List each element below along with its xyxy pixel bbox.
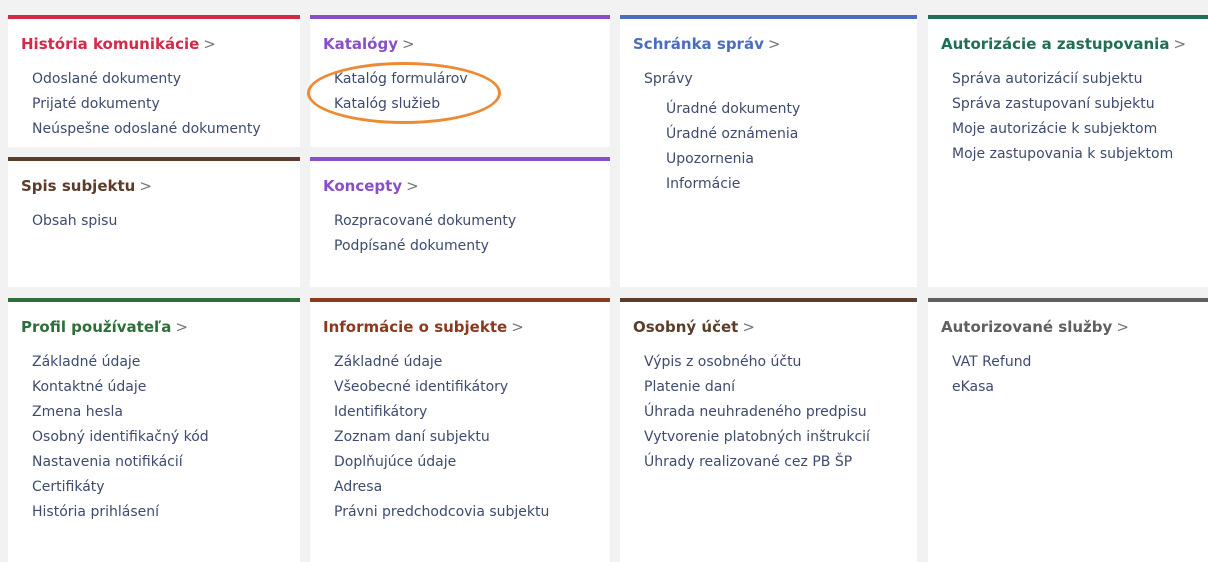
chevron-right-icon[interactable]: > [1173,35,1186,53]
chevron-right-icon[interactable]: > [742,318,755,336]
chevron-right-icon[interactable]: > [406,177,419,195]
chevron-right-icon[interactable]: > [175,318,188,336]
card-osobny-ucet: Osobný účet > Výpis z osobného účtu Plate… [620,298,917,562]
card-title-schranka[interactable]: Schránka správ > [633,35,780,53]
link-platobne-instrukcie[interactable]: Vytvorenie platobných inštrukcií [644,429,870,445]
link-zakladne-udaje-subjekt[interactable]: Základné údaje [334,354,442,370]
card-autorizovane-sluzby: Autorizované služby > VAT Refund eKasa [928,298,1208,562]
link-list-spis: Obsah spisu [32,209,117,234]
link-vat-refund[interactable]: VAT Refund [952,354,1031,370]
link-adresa[interactable]: Adresa [334,479,382,495]
chevron-right-icon[interactable]: > [768,35,781,53]
link-list-ucet: Výpis z osobného účtu Platenie daní Úhra… [644,350,870,475]
card-title-autorizacie[interactable]: Autorizácie a zastupovania > [941,35,1186,53]
link-uradne-oznamenia[interactable]: Úradné oznámenia [666,126,798,142]
chevron-right-icon[interactable]: > [203,35,216,53]
link-moje-zastupovania[interactable]: Moje zastupovania k subjektom [952,146,1173,162]
card-title-historia[interactable]: História komunikácie > [21,35,216,53]
card-historia-komunikacie: História komunikácie > Odoslané dokumenty… [8,15,300,147]
chevron-right-icon[interactable]: > [402,35,415,53]
link-uradne-dokumenty[interactable]: Úradné dokumenty [666,101,800,117]
link-identifikatory[interactable]: Identifikátory [334,404,427,420]
link-zakladne-udaje[interactable]: Základné údaje [32,354,140,370]
link-list-schranka: Správy Úradné dokumenty Úradné oznámenia… [644,67,800,197]
link-nastavenia-notifikacii[interactable]: Nastavenia notifikácií [32,454,183,470]
link-list-sluzby: VAT Refund eKasa [952,350,1031,400]
link-list-autorizacie: Správa autorizácií subjektu Správa zastu… [952,67,1173,167]
link-upozornenia[interactable]: Upozornenia [666,151,754,167]
link-katalog-formularov[interactable]: Katalóg formulárov [334,71,468,87]
card-title-katalogy[interactable]: Katalógy > [323,35,415,53]
card-autorizacie: Autorizácie a zastupovania > Správa autor… [928,15,1208,287]
link-list-koncepty: Rozpracované dokumenty Podpísané dokumen… [334,209,516,259]
chevron-right-icon[interactable]: > [511,318,524,336]
link-neuspesne-odoslane[interactable]: Neúspešne odoslané dokumenty [32,121,261,137]
card-koncepty: Koncepty > Rozpracované dokumenty Podpísa… [310,157,610,287]
link-sprava-zastupovani[interactable]: Správa zastupovaní subjektu [952,96,1155,112]
link-rozpracovane-dokumenty[interactable]: Rozpracované dokumenty [334,213,516,229]
link-list-profil: Základné údaje Kontaktné údaje Zmena hes… [32,350,209,525]
link-zmena-hesla[interactable]: Zmena hesla [32,404,123,420]
link-podpisane-dokumenty[interactable]: Podpísané dokumenty [334,238,489,254]
chevron-right-icon[interactable]: > [139,177,152,195]
link-sprava-autorizacii[interactable]: Správa autorizácií subjektu [952,71,1142,87]
chevron-right-icon[interactable]: > [1116,318,1129,336]
link-uhrady-pb-sp[interactable]: Úhrady realizované cez PB ŠP [644,454,852,470]
link-odoslane-dokumenty[interactable]: Odoslané dokumenty [32,71,181,87]
card-schranka-sprav: Schránka správ > Správy Úradné dokumenty … [620,15,917,287]
link-vypis-z-uctu[interactable]: Výpis z osobného účtu [644,354,801,370]
link-spravy[interactable]: Správy [644,71,693,87]
link-informacie[interactable]: Informácie [666,176,740,192]
link-certifikaty[interactable]: Certifikáty [32,479,105,495]
link-pravni-predchodcovia[interactable]: Právni predchodcovia subjektu [334,504,549,520]
link-kontaktne-udaje[interactable]: Kontaktné údaje [32,379,146,395]
card-title-koncepty[interactable]: Koncepty > [323,177,419,195]
card-title-sluzby[interactable]: Autorizované služby > [941,318,1129,336]
link-ekasa[interactable]: eKasa [952,379,994,395]
link-osobny-identifikacny-kod[interactable]: Osobný identifikačný kód [32,429,209,445]
link-prijate-dokumenty[interactable]: Prijaté dokumenty [32,96,160,112]
link-list-historia: Odoslané dokumenty Prijaté dokumenty Neú… [32,67,261,142]
link-list-informacie: Základné údaje Všeobecné identifikátory … [334,350,549,525]
card-title-profil[interactable]: Profil používateľa > [21,318,188,336]
card-title-ucet[interactable]: Osobný účet > [633,318,755,336]
link-list-katalogy: Katalóg formulárov Katalóg služieb [334,67,468,117]
link-uhrada-predpisu[interactable]: Úhrada neuhradeného predpisu [644,404,867,420]
link-zoznam-dani[interactable]: Zoznam daní subjektu [334,429,490,445]
link-obsah-spisu[interactable]: Obsah spisu [32,213,117,229]
link-moje-autorizacie[interactable]: Moje autorizácie k subjektom [952,121,1157,137]
card-title-informacie[interactable]: Informácie o subjekte > [323,318,524,336]
link-platenie-dani[interactable]: Platenie daní [644,379,735,395]
card-title-spis[interactable]: Spis subjektu > [21,177,152,195]
card-katalogy: Katalógy > Katalóg formulárov Katalóg slu… [310,15,610,147]
link-vseobecne-identifikatory[interactable]: Všeobecné identifikátory [334,379,508,395]
card-informacie-o-subjekte: Informácie o subjekte > Základné údaje Vš… [310,298,610,562]
link-doplnujuce-udaje[interactable]: Doplňujúce údaje [334,454,456,470]
link-katalog-sluzieb[interactable]: Katalóg služieb [334,96,440,112]
link-historia-prihlaseni[interactable]: História prihlásení [32,504,159,520]
card-profil-pouzivatela: Profil používateľa > Základné údaje Konta… [8,298,300,562]
card-spis-subjektu: Spis subjektu > Obsah spisu [8,157,300,287]
